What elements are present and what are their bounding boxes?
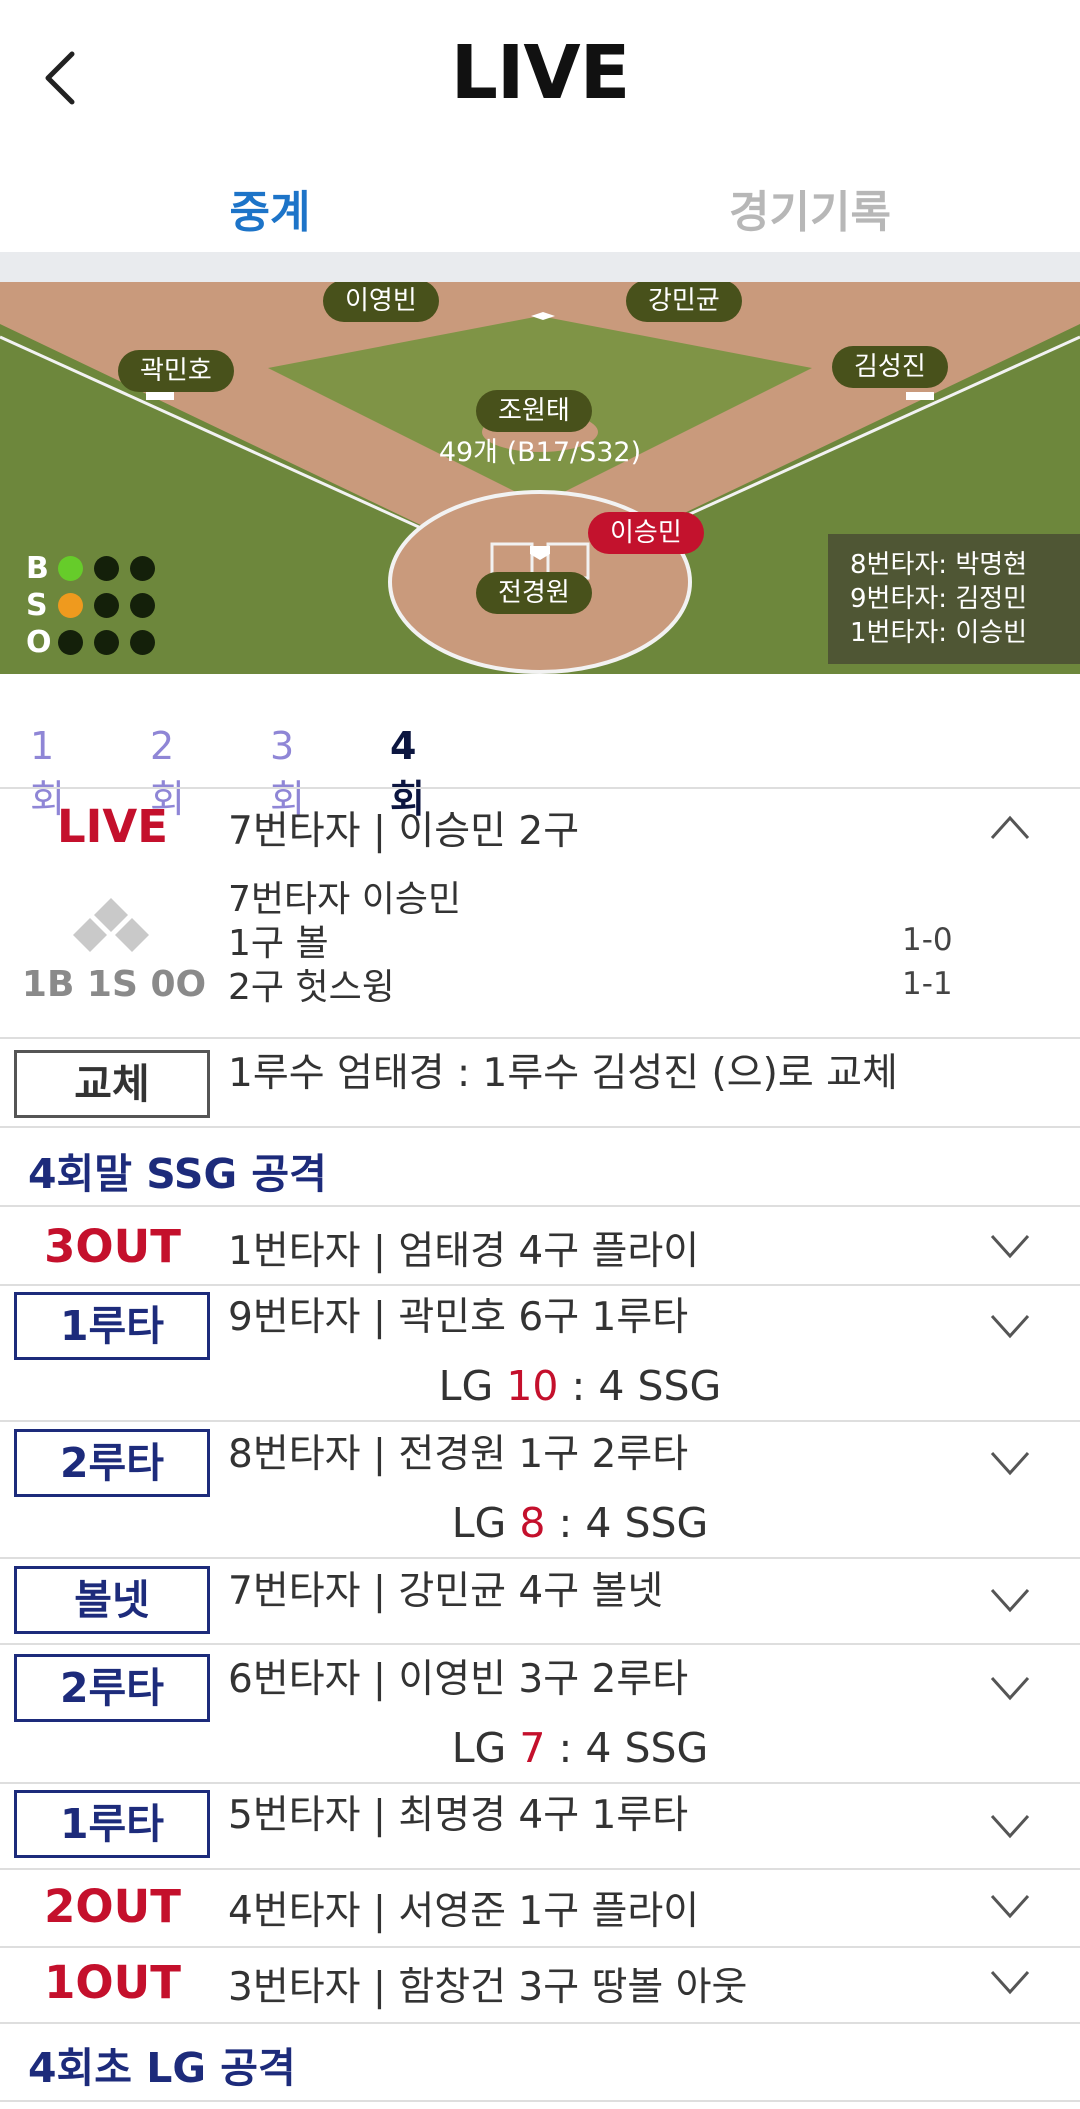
out-dot <box>58 630 83 655</box>
tab-game-record[interactable]: 경기기록 <box>540 160 1080 252</box>
tab-broadcast[interactable]: 중계 <box>0 160 540 252</box>
score-team-lg: LG <box>451 1499 520 1547</box>
strike-dot <box>58 593 83 618</box>
play-row[interactable]: 볼넷 7번타자 | 강민균 4구 볼넷 <box>0 1560 1080 1642</box>
score-highlight: 8 <box>519 1499 546 1547</box>
chevron-down-icon[interactable] <box>986 1892 1034 1922</box>
play-row[interactable]: 1루타 9번타자 | 곽민호 6구 1루타 LG 10 : 4 SSG <box>0 1286 1080 1420</box>
ball-dot <box>130 556 155 581</box>
play-text: 6번타자 | 이영빈 3구 2루타 <box>228 1657 689 1702</box>
bso-indicator: B S O <box>26 550 166 661</box>
out-badge: 1OUT <box>44 1956 181 2009</box>
play-text: 5번타자 | 최명경 4구 1루타 <box>228 1793 689 1838</box>
upcoming-batter: 9번타자: 김정민 <box>850 584 1028 614</box>
live-headline: 7번타자 | 이승민 2구 <box>228 809 580 854</box>
play-row[interactable]: 2루타 6번타자 | 이영빈 3구 2루타 LG 7 : 4 SSG <box>0 1648 1080 1782</box>
pitch-count: 49개 (B17/S32) <box>438 437 642 468</box>
score-highlight: 10 <box>506 1362 559 1410</box>
upcoming-batters: 8번타자: 박명현 9번타자: 김정민 1번타자: 이승빈 <box>828 534 1080 664</box>
ball-dot <box>94 556 119 581</box>
header: LIVE <box>0 0 1080 150</box>
substitution-text: 1루수 엄태경 : 1루수 김성진 (으)로 교체 <box>228 1051 898 1096</box>
divider <box>0 252 1080 282</box>
strike-dot <box>94 593 119 618</box>
out-badge: 3OUT <box>44 1220 181 1273</box>
tab-bar: 중계 경기기록 <box>0 160 1080 252</box>
score-team-lg: LG <box>451 1724 520 1772</box>
divider <box>0 2100 1080 2102</box>
strikes-label: S <box>26 588 48 623</box>
score-line: LG 8 : 4 SSG <box>0 1499 1080 1547</box>
player-batter[interactable]: 이승민 <box>588 512 704 554</box>
score-highlight: 7 <box>519 1724 546 1772</box>
out-badge: 2OUT <box>44 1880 181 1933</box>
pitch-line: 2구 헛스윙 <box>228 967 395 1008</box>
chevron-down-icon[interactable] <box>986 1449 1034 1479</box>
divider <box>0 1420 1080 1422</box>
chevron-down-icon[interactable] <box>986 1232 1034 1262</box>
divider <box>0 787 1080 789</box>
player-third-base[interactable]: 곽민호 <box>118 350 234 392</box>
baseball-field: 이영빈 강민균 곽민호 김성진 조원태 49개 (B17/S32) 이승민 전경… <box>0 282 1080 674</box>
upcoming-batter: 1번타자: 이승빈 <box>850 618 1028 648</box>
score-team-ssg: : 4 SSG <box>545 1499 709 1547</box>
half-inning-header: 4회말 SSG 공격 <box>28 1150 327 1198</box>
page-title: LIVE <box>450 30 631 116</box>
player-second-right[interactable]: 강민균 <box>626 282 742 322</box>
strikes-row: S <box>26 587 166 624</box>
divider <box>0 1557 1080 1559</box>
hit-badge: 2루타 <box>14 1429 210 1497</box>
hit-badge: 1루타 <box>14 1292 210 1360</box>
base-runner-icon <box>73 898 149 952</box>
play-text: 4번타자 | 서영준 1구 플라이 <box>228 1889 700 1934</box>
walk-badge: 볼넷 <box>14 1566 210 1634</box>
play-row[interactable]: 2루타 8번타자 | 전경원 1구 2루타 LG 8 : 4 SSG <box>0 1423 1080 1557</box>
hit-badge: 2루타 <box>14 1654 210 1722</box>
play-text: 8번타자 | 전경원 1구 2루타 <box>228 1432 689 1477</box>
chevron-up-icon[interactable] <box>986 812 1034 842</box>
play-row[interactable]: 1OUT 3번타자 | 함창건 3구 땅볼 아웃 <box>0 1948 1080 2024</box>
upcoming-batter: 8번타자: 박명현 <box>850 550 1028 580</box>
chevron-down-icon[interactable] <box>986 1586 1034 1616</box>
out-dot <box>94 630 119 655</box>
balls-label: B <box>26 551 49 586</box>
chevron-down-icon[interactable] <box>986 1812 1034 1842</box>
balls-row: B <box>26 550 166 587</box>
play-row[interactable]: 3OUT 1번타자 | 엄태경 4구 플라이 <box>0 1206 1080 1284</box>
chevron-down-icon[interactable] <box>986 1674 1034 1704</box>
half-inning-header: 4회초 LG 공격 <box>28 2044 296 2092</box>
count-summary: 1B 1S 0O <box>21 964 207 1005</box>
chevron-down-icon[interactable] <box>986 1968 1034 1998</box>
divider <box>0 1126 1080 1128</box>
play-row[interactable]: 1루타 5번타자 | 최명경 4구 1루타 <box>0 1786 1080 1868</box>
pitch-count-value: 1-0 <box>902 922 953 958</box>
substitution-badge: 교체 <box>14 1050 210 1118</box>
player-catcher[interactable]: 전경원 <box>476 572 592 614</box>
ball-dot <box>58 556 83 581</box>
out-dot <box>130 630 155 655</box>
play-text: 3번타자 | 함창건 3구 땅볼 아웃 <box>228 1965 748 2010</box>
divider <box>0 1037 1080 1039</box>
player-first-base[interactable]: 김성진 <box>832 346 948 388</box>
score-team-ssg: : 4 SSG <box>558 1362 722 1410</box>
play-text: 7번타자 | 강민균 4구 볼넷 <box>228 1569 664 1614</box>
pitch-count-value: 1-1 <box>902 966 953 1002</box>
score-team-lg: LG <box>438 1362 507 1410</box>
player-second-left[interactable]: 이영빈 <box>323 282 439 322</box>
live-badge: LIVE <box>57 800 168 853</box>
outs-label: O <box>26 625 52 660</box>
outs-row: O <box>26 624 166 661</box>
score-line: LG 7 : 4 SSG <box>0 1724 1080 1772</box>
divider <box>0 1643 1080 1645</box>
player-pitcher[interactable]: 조원태 <box>476 390 592 432</box>
hit-badge: 1루타 <box>14 1790 210 1858</box>
score-team-ssg: : 4 SSG <box>545 1724 709 1772</box>
play-text: 1번타자 | 엄태경 4구 플라이 <box>228 1229 700 1274</box>
play-row[interactable]: 2OUT 4번타자 | 서영준 1구 플라이 <box>0 1870 1080 1946</box>
chevron-down-icon[interactable] <box>986 1312 1034 1342</box>
divider <box>0 2022 1080 2024</box>
strike-dot <box>130 593 155 618</box>
play-text: 9번타자 | 곽민호 6구 1루타 <box>228 1295 689 1340</box>
score-line: LG 10 : 4 SSG <box>0 1362 1080 1410</box>
